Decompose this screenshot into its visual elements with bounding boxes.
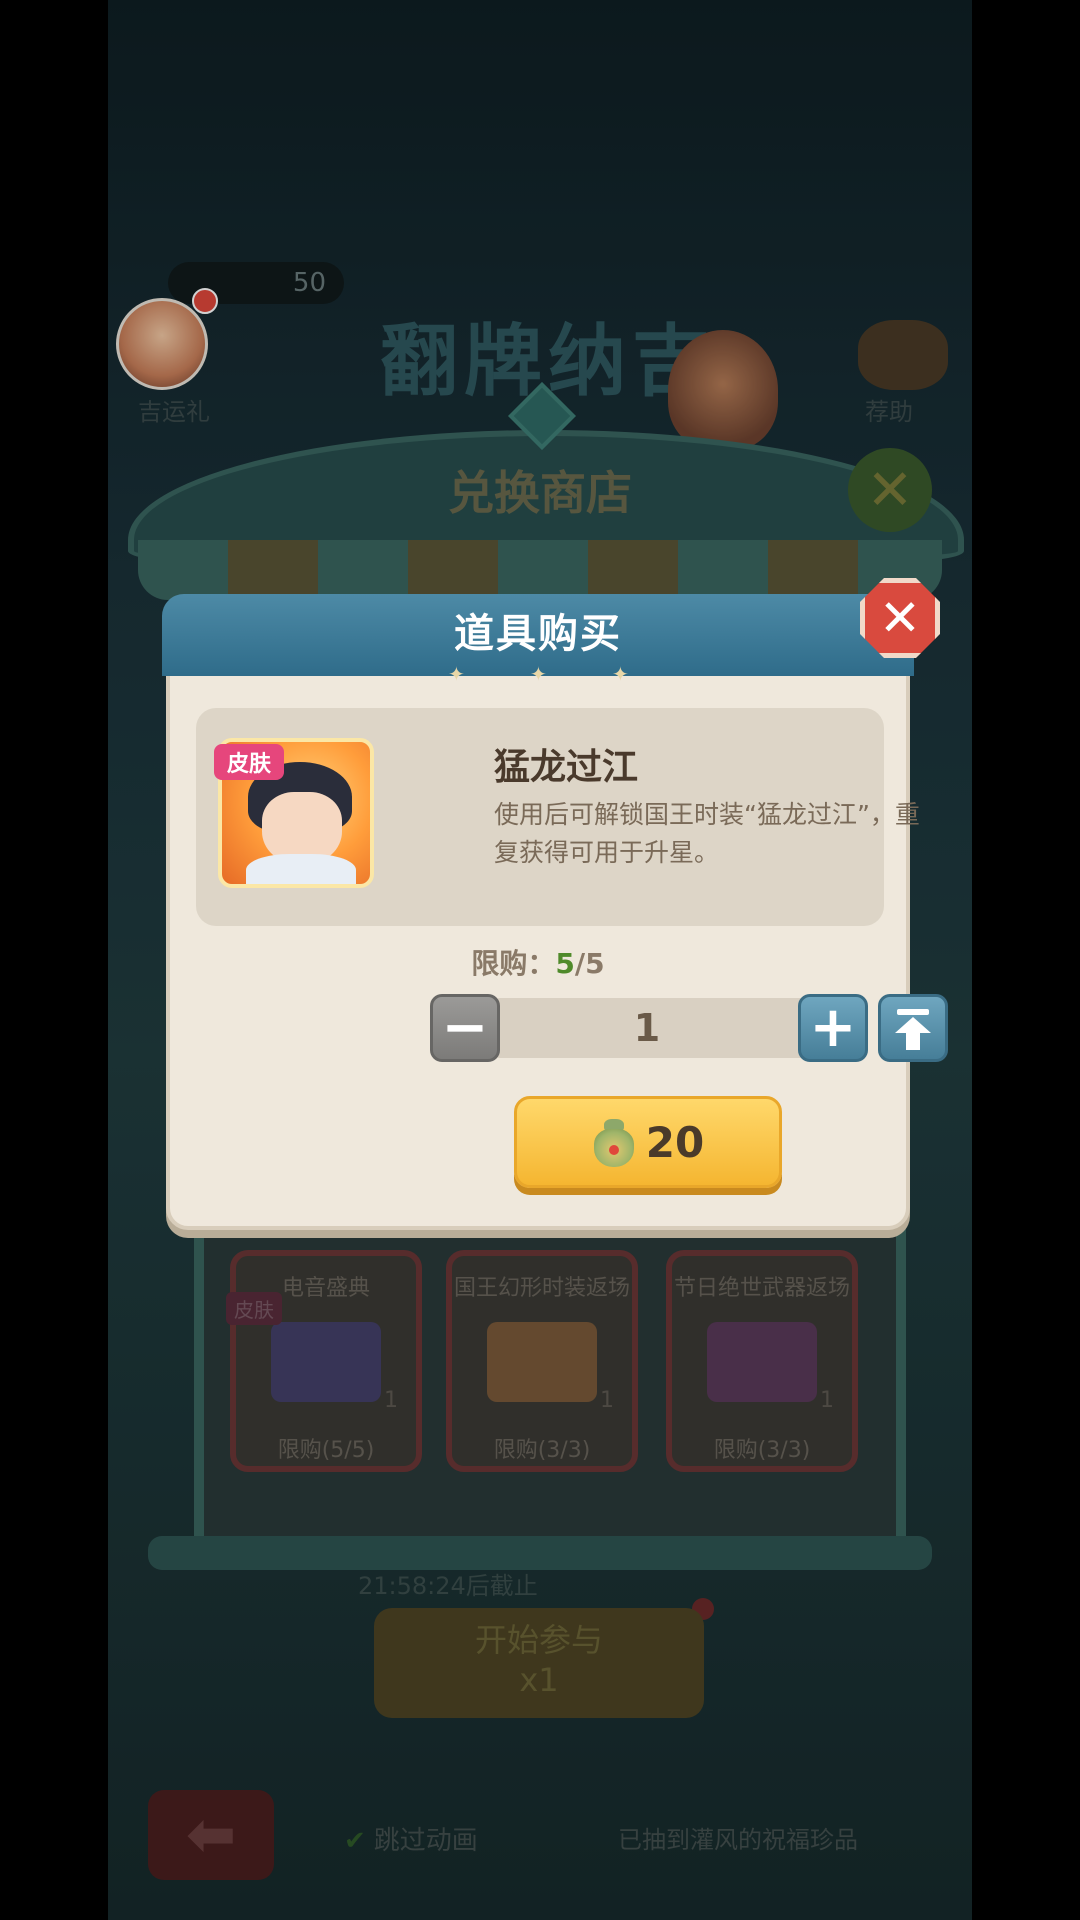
skin-badge: 皮肤 <box>214 744 284 780</box>
max-arrow-icon <box>897 1009 929 1015</box>
sparkle-icon: ✦ <box>448 662 465 686</box>
price-label: 20 <box>645 1117 705 1167</box>
game-screen: 翻牌纳吉 50 吉运礼 荐助 兑换商店 ✕ 电音盛典 皮肤 1 限购(5/5) … <box>108 0 972 1920</box>
purchase-limit: 限购：5/5 <box>438 942 638 982</box>
max-arrow-head <box>895 1017 931 1033</box>
minus-icon: − <box>441 995 489 1060</box>
limit-max: 5 <box>585 947 605 980</box>
limit-separator: / <box>574 947 586 980</box>
item-name: 猛龙过江 <box>494 747 639 788</box>
buy-button[interactable]: 20 <box>514 1096 782 1188</box>
close-button[interactable]: ✕ <box>860 578 940 658</box>
sparkle-icon: ✦ <box>530 662 547 686</box>
max-arrow-stem <box>906 1032 920 1050</box>
decrease-button[interactable]: − <box>430 994 500 1062</box>
quantity-value[interactable]: 1 <box>494 998 800 1058</box>
portrait-body <box>246 854 356 884</box>
sparkle-icon: ✦ <box>612 662 629 686</box>
item-description: 使用后可解锁国王时装“猛龙过江”，重复获得可用于升星。 <box>494 800 920 867</box>
max-quantity-button[interactable] <box>878 994 948 1062</box>
plus-icon: + <box>809 995 857 1060</box>
limit-current: 5 <box>555 947 575 980</box>
lucky-bag-icon <box>592 1117 636 1167</box>
close-icon: ✕ <box>879 589 921 647</box>
increase-button[interactable]: + <box>798 994 868 1062</box>
bag-knot <box>608 1145 619 1155</box>
limit-label: 限购： <box>471 947 556 980</box>
